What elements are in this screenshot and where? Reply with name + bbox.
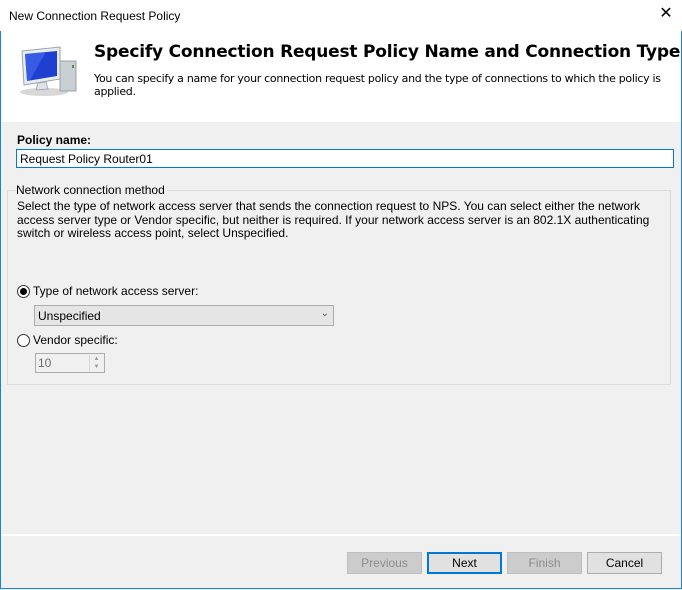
next-button[interactable]: Next (427, 552, 502, 574)
nas-type-dropdown[interactable]: Unspecified ⌄ (34, 305, 334, 326)
radio-label: Type of network access server: (33, 284, 199, 298)
page-subtitle: You can specify a name for your connecti… (94, 72, 661, 98)
group-legend: Network connection method (16, 183, 167, 197)
radio-type-of-nas[interactable]: Type of network access server: (17, 284, 198, 298)
radio-label: Vendor specific: (33, 333, 118, 347)
policy-name-input[interactable] (16, 149, 674, 168)
spin-down-icon[interactable]: ▼ (90, 363, 103, 371)
footer-divider (1, 534, 681, 536)
spinner-value: 10 (38, 356, 52, 370)
radio-button-unchecked[interactable] (17, 333, 30, 347)
cancel-button[interactable]: Cancel (587, 552, 662, 574)
computer-monitor-icon (16, 45, 78, 97)
close-icon[interactable]: ✕ (658, 6, 674, 22)
policy-name-label: Policy name: (17, 133, 92, 147)
previous-button[interactable]: Previous (347, 552, 422, 574)
window-title: New Connection Request Policy (9, 9, 181, 23)
finish-button[interactable]: Finish (507, 552, 582, 574)
spinner-buttons[interactable]: ▲ ▼ (89, 355, 103, 371)
wizard-header: Specify Connection Request Policy Name a… (1, 31, 681, 122)
chevron-down-icon: ⌄ (320, 308, 329, 319)
dropdown-value: Unspecified (38, 309, 101, 323)
page-title: Specify Connection Request Policy Name a… (94, 42, 681, 62)
vendor-code-spinner[interactable]: 10 ▲ ▼ (35, 353, 105, 373)
radio-vendor-specific[interactable]: Vendor specific: (17, 333, 118, 347)
title-bar: New Connection Request Policy ✕ (0, 0, 682, 31)
spin-up-icon[interactable]: ▲ (90, 355, 103, 363)
group-description: Select the type of network access server… (17, 199, 650, 240)
radio-button-checked[interactable] (17, 284, 30, 298)
